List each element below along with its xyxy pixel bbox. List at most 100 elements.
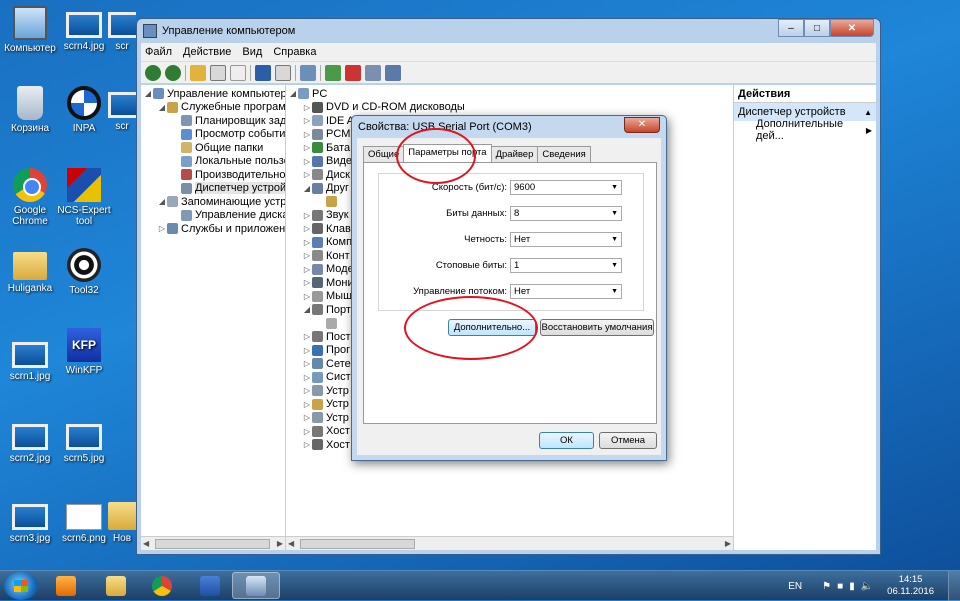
expand-arrow-icon[interactable]: ▷ bbox=[302, 224, 312, 233]
tab-details[interactable]: Сведения bbox=[537, 146, 591, 162]
taskbar-chrome[interactable] bbox=[138, 572, 186, 599]
update-driver-icon[interactable] bbox=[325, 64, 341, 81]
expand-arrow-icon[interactable]: ▷ bbox=[302, 400, 312, 409]
dialog-close-button[interactable]: ✕ bbox=[624, 117, 660, 133]
properties-icon[interactable] bbox=[230, 64, 246, 81]
console-tree-item[interactable]: Диспетчер устройств bbox=[141, 182, 285, 196]
expand-arrow-icon[interactable]: ▷ bbox=[302, 170, 312, 179]
stop-bits-select[interactable]: 1 ▼ bbox=[510, 258, 622, 273]
expand-arrow-icon[interactable]: ◢ bbox=[143, 89, 153, 98]
start-button[interactable] bbox=[4, 572, 38, 600]
expand-arrow-icon[interactable]: ▷ bbox=[302, 116, 312, 125]
desktop-icon-scr-partial[interactable]: scr bbox=[108, 6, 136, 52]
help-icon[interactable] bbox=[255, 64, 271, 81]
menu-file[interactable]: Файл bbox=[145, 46, 172, 58]
expand-arrow-icon[interactable]: ▷ bbox=[302, 103, 312, 112]
desktop-icon-new-partial[interactable]: Нов bbox=[108, 498, 136, 544]
desktop-icon-ncs-expert[interactable]: NCS-Expert tool bbox=[54, 168, 114, 227]
expand-arrow-icon[interactable]: ▷ bbox=[302, 292, 312, 301]
expand-arrow-icon[interactable]: ▷ bbox=[302, 211, 312, 220]
expand-arrow-icon[interactable]: ▷ bbox=[157, 224, 167, 233]
expand-arrow-icon[interactable]: ▷ bbox=[302, 427, 312, 436]
menu-help[interactable]: Справка bbox=[273, 46, 316, 58]
desktop-icon-chrome[interactable]: Google Chrome bbox=[0, 168, 60, 227]
expand-arrow-icon[interactable]: ▷ bbox=[302, 251, 312, 260]
expand-arrow-icon[interactable]: ◢ bbox=[157, 197, 167, 206]
parity-select[interactable]: Нет ▼ bbox=[510, 232, 622, 247]
expand-arrow-icon[interactable]: ◢ bbox=[302, 305, 312, 314]
expand-arrow-icon[interactable]: ◢ bbox=[288, 89, 298, 98]
expand-arrow-icon[interactable]: ◢ bbox=[157, 103, 167, 112]
clock[interactable]: 14:15 06.11.2016 bbox=[887, 574, 934, 598]
expand-arrow-icon[interactable]: ▷ bbox=[302, 386, 312, 395]
console-tree-item[interactable]: ▷ Службы и приложения bbox=[141, 222, 285, 236]
window-titlebar[interactable]: Управление компьютером bbox=[137, 19, 880, 43]
maximize-button[interactable]: □ bbox=[804, 19, 830, 37]
scan-hardware-icon[interactable] bbox=[300, 64, 316, 81]
show-hide-tree-icon[interactable] bbox=[210, 64, 226, 81]
back-icon[interactable] bbox=[145, 64, 161, 81]
tab-general[interactable]: Общие bbox=[363, 146, 405, 162]
desktop-icon-huliganka[interactable]: Huliganka bbox=[0, 248, 60, 294]
dialog-titlebar[interactable]: Свойства: USB Serial Port (COM3) bbox=[352, 116, 666, 138]
taskbar-media-player[interactable] bbox=[42, 572, 90, 599]
up-folder-icon[interactable] bbox=[190, 64, 206, 81]
disable-icon[interactable] bbox=[365, 64, 381, 81]
console-tree-item[interactable]: Управление дисками bbox=[141, 209, 285, 223]
forward-icon[interactable] bbox=[165, 64, 181, 81]
baud-rate-select[interactable]: 9600 ▼ bbox=[510, 180, 622, 195]
expand-arrow-icon[interactable]: ▷ bbox=[302, 373, 312, 382]
minimize-button[interactable]: – bbox=[778, 19, 804, 37]
expand-arrow-icon[interactable]: ▷ bbox=[302, 413, 312, 422]
desktop-icon-tool32[interactable]: Tool32 bbox=[54, 248, 114, 296]
expand-arrow-icon[interactable]: ▷ bbox=[302, 157, 312, 166]
desktop-icon-scrn2[interactable]: scrn2.jpg bbox=[0, 418, 60, 464]
ok-button[interactable]: ОК bbox=[539, 432, 594, 449]
flow-control-select[interactable]: Нет ▼ bbox=[510, 284, 622, 299]
console-tree-item[interactable]: Локальные пользовате bbox=[141, 155, 285, 169]
network-icon[interactable]: ▮ bbox=[849, 581, 855, 592]
desktop-icon-scrn6[interactable]: scrn6.png bbox=[54, 498, 114, 544]
taskbar-computer-management[interactable] bbox=[232, 572, 280, 599]
enable-icon[interactable] bbox=[385, 64, 401, 81]
console-tree-item[interactable]: Просмотр событий bbox=[141, 128, 285, 142]
console-tree-item[interactable]: ◢ Запоминающие устройств bbox=[141, 195, 285, 209]
tray-flag-icon[interactable]: ⚑ bbox=[822, 581, 831, 592]
expand-arrow-icon[interactable]: ▷ bbox=[302, 346, 312, 355]
desktop-icon-scr-partial-2[interactable]: scr bbox=[108, 86, 136, 132]
expand-arrow-icon[interactable]: ▷ bbox=[302, 238, 312, 247]
restore-defaults-button[interactable]: Восстановить умолчания bbox=[540, 319, 654, 336]
expand-arrow-icon[interactable]: ▷ bbox=[302, 278, 312, 287]
horizontal-scrollbar[interactable]: ◀ ▶ bbox=[286, 536, 733, 550]
collapse-arrow-icon[interactable]: ▲ bbox=[864, 108, 872, 117]
desktop-icon-inpa[interactable]: INPA bbox=[54, 86, 114, 134]
action-pane-icon[interactable] bbox=[275, 64, 291, 81]
console-tree-item[interactable]: Производительность bbox=[141, 168, 285, 182]
desktop-icon-winkfp[interactable]: KFP WinKFP bbox=[54, 328, 114, 376]
volume-icon[interactable]: 🔈 bbox=[861, 581, 873, 592]
console-tree-item[interactable]: ◢ Служебные программы bbox=[141, 101, 285, 115]
taskbar-explorer[interactable] bbox=[92, 572, 140, 599]
scroll-right-icon[interactable]: ▶ bbox=[277, 539, 283, 548]
scroll-right-icon[interactable]: ▶ bbox=[725, 539, 731, 548]
advanced-button[interactable]: Дополнительно... bbox=[448, 319, 536, 336]
desktop-icon-scrn5[interactable]: scrn5.jpg bbox=[54, 418, 114, 464]
device-tree-item[interactable]: ▷ DVD и CD-ROM дисководы bbox=[286, 101, 733, 115]
expand-arrow-icon[interactable]: ▷ bbox=[302, 359, 312, 368]
scrollbar-thumb[interactable] bbox=[155, 538, 270, 549]
scroll-left-icon[interactable]: ◀ bbox=[288, 539, 294, 548]
desktop-icon-recycle-bin[interactable]: Корзина bbox=[0, 86, 60, 134]
expand-arrow-icon[interactable]: ▷ bbox=[302, 440, 312, 449]
scrollbar-thumb[interactable] bbox=[300, 538, 415, 549]
show-desktop-button[interactable] bbox=[948, 571, 960, 601]
horizontal-scrollbar[interactable]: ◀ ▶ bbox=[141, 536, 285, 550]
actions-more[interactable]: Дополнительные дей... ▶ bbox=[734, 118, 876, 142]
expand-arrow-icon[interactable]: ▷ bbox=[302, 130, 312, 139]
scroll-left-icon[interactable]: ◀ bbox=[143, 539, 149, 548]
expand-arrow-icon[interactable]: ▷ bbox=[302, 143, 312, 152]
menu-action[interactable]: Действие bbox=[183, 46, 231, 58]
menu-view[interactable]: Вид bbox=[242, 46, 262, 58]
console-tree-item[interactable]: ◢ Управление компьютером (л bbox=[141, 87, 285, 101]
desktop-icon-scrn4[interactable]: scrn4.jpg bbox=[54, 6, 114, 52]
taskbar-word[interactable] bbox=[186, 572, 234, 599]
